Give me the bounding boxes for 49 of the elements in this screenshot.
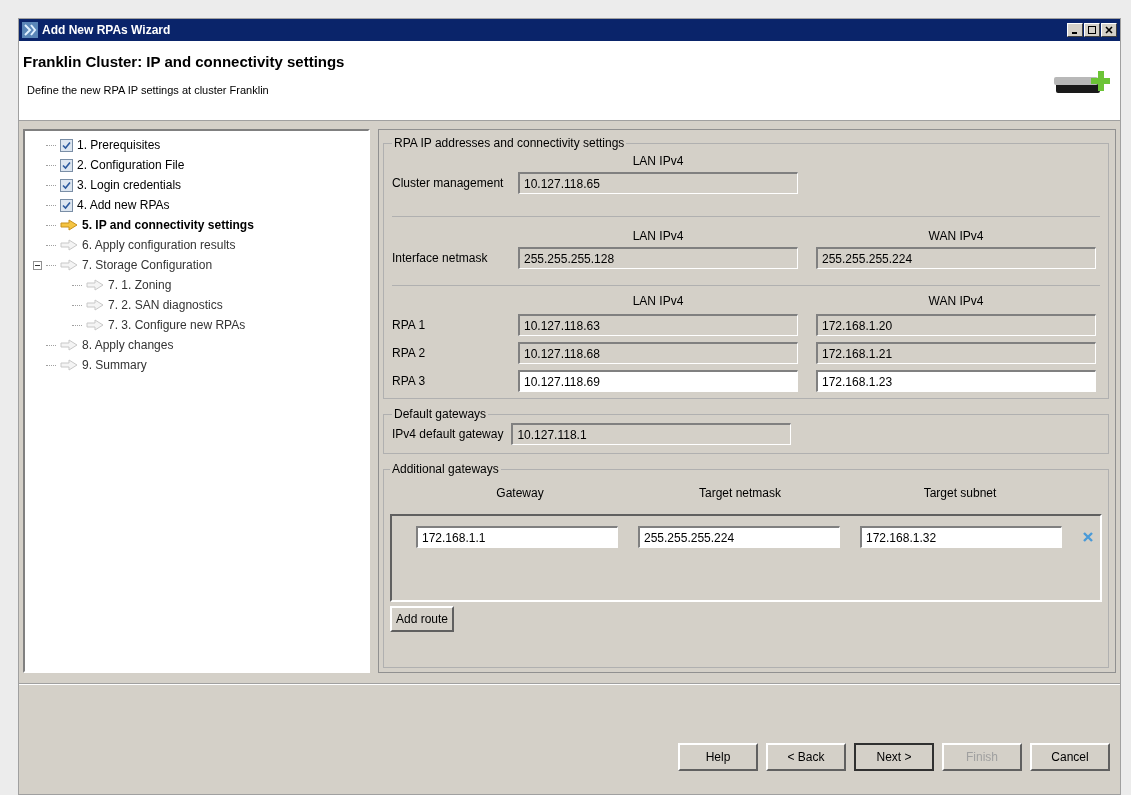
step-label[interactable]: 7. 1. Zoning (108, 276, 172, 294)
step-label[interactable]: 7. Storage Configuration (82, 256, 213, 274)
field-label: Interface netmask (392, 250, 489, 267)
column-header: LAN IPv4 (631, 293, 685, 310)
field-label: RPA 2 (392, 345, 427, 362)
column-header: LAN IPv4 (631, 153, 685, 170)
step-label[interactable]: 9. Summary (82, 356, 147, 374)
page-subtitle: Define the new RPA IP settings at cluster Franklin (26, 82, 270, 98)
window-title: Add New RPAs Wizard (42, 22, 172, 39)
wizard-button[interactable]: Cancel (1030, 743, 1110, 771)
ip-field[interactable]: 172.168.1.23 (816, 370, 1096, 392)
wizard-button[interactable]: Next > (854, 743, 934, 771)
field-label: RPA 1 (392, 317, 427, 334)
step-label[interactable]: 6. Apply configuration results (82, 236, 236, 254)
field-label: RPA 3 (392, 373, 427, 390)
field-label: Cluster management (392, 175, 505, 192)
minimize-button[interactable] (1067, 23, 1083, 37)
maximize-icon (1088, 26, 1096, 34)
group-title: Default gateways (393, 406, 488, 423)
step-label[interactable]: 7. 2. SAN diagnostics (108, 296, 223, 314)
column-header: LAN IPv4 (631, 228, 685, 245)
step-label[interactable]: 5. IP and connectivity settings (82, 216, 254, 234)
route-field[interactable]: 172.168.1.1 (416, 526, 618, 548)
close-icon (1105, 26, 1113, 34)
column-header: WAN IPv4 (927, 228, 985, 245)
ip-field[interactable]: 10.127.118.69 (518, 370, 798, 392)
step-label[interactable]: 8. Apply changes (82, 336, 174, 354)
group-title: Additional gateways (391, 461, 500, 478)
maximize-button[interactable] (1084, 23, 1100, 37)
step-label[interactable]: 1. Prerequisites (77, 136, 161, 154)
page-title: Franklin Cluster: IP and connectivity settings (23, 52, 346, 72)
field-label: IPv4 default gateway (392, 426, 504, 443)
app-icon (22, 22, 38, 38)
group-title: RPA IP addresses and connectivity settings (393, 135, 626, 152)
step-label[interactable]: 2. Configuration File (77, 156, 185, 174)
route-field[interactable]: 172.168.1.32 (860, 526, 1062, 548)
close-button[interactable] (1101, 23, 1117, 37)
column-header: Target subnet (922, 485, 998, 502)
step-label[interactable]: 7. 3. Configure new RPAs (108, 316, 246, 334)
step-label[interactable]: 4. Add new RPAs (77, 196, 170, 214)
column-header: WAN IPv4 (927, 293, 985, 310)
add-route-button[interactable]: Add route (390, 606, 455, 632)
route-field[interactable]: 255.255.255.224 (638, 526, 840, 548)
column-header: Gateway (495, 485, 545, 502)
wizard-button[interactable]: < Back (766, 743, 846, 771)
collapse-icon[interactable] (33, 260, 42, 270)
step-label[interactable]: 3. Login credentials (77, 176, 182, 194)
column-header: Target netmask (697, 485, 782, 502)
wizard-button[interactable]: Help (678, 743, 758, 771)
